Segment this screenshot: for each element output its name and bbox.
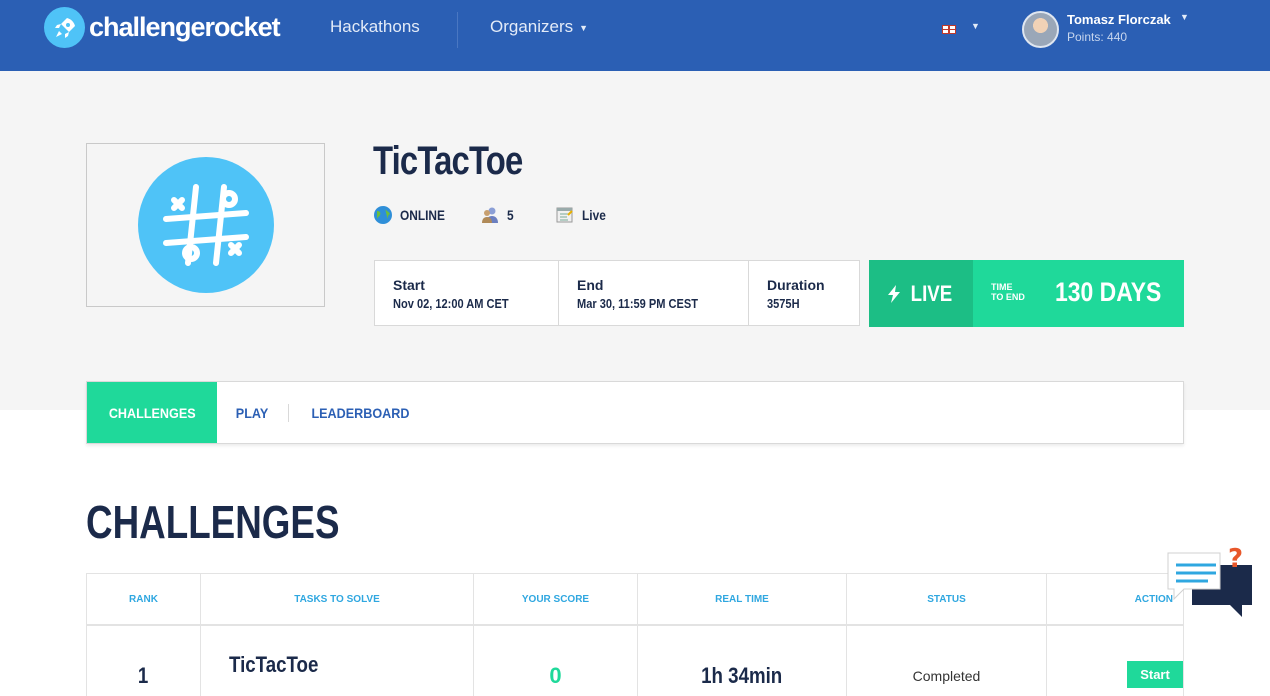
page-title: TicTacToe [373, 139, 523, 183]
nav-divider [457, 12, 458, 48]
logo-text: challengerocket [89, 12, 281, 42]
globe-icon [374, 206, 392, 224]
tictactoe-logo-icon [137, 157, 274, 293]
avatar[interactable] [1022, 11, 1059, 48]
user-name[interactable]: Tomasz Florczak [1067, 12, 1171, 27]
score-cell: 0 [474, 626, 638, 696]
col-action: ACTION [1134, 593, 1173, 605]
col-real-time: REAL TIME [638, 574, 847, 624]
col-rank: RANK [87, 574, 201, 624]
event-dates: Start Nov 02, 12:00 AM CET End Mar 30, 1… [374, 260, 860, 326]
top-navbar: challengerocket Hackathons Organizers ▼ ▼… [0, 0, 1270, 71]
col-tasks: TASKS TO SOLVE [201, 574, 474, 624]
section-title: CHALLENGES [86, 496, 340, 548]
participants-count: 5 [481, 206, 515, 224]
event-status: Live [556, 206, 610, 224]
event-mode-label: ONLINE [400, 207, 445, 223]
tab-play-label: PLAY [236, 404, 269, 421]
chevron-down-icon[interactable]: ▼ [1180, 12, 1189, 22]
participants-value: 5 [507, 207, 514, 223]
end-label: End [577, 277, 604, 293]
rank-cell: 1 [87, 626, 201, 696]
nav-organizers-label: Organizers [490, 17, 574, 36]
user-points: Points: 440 [1067, 30, 1128, 44]
event-status-label: Live [582, 207, 606, 223]
real-time-value: 1h 34min [701, 663, 783, 688]
live-badge: LIVE [869, 260, 973, 327]
duration: Duration 3575H [749, 261, 859, 325]
time-to-end-line2: TO END [991, 292, 1025, 302]
start-date: Start Nov 02, 12:00 AM CET [375, 261, 559, 325]
event-tabs: CHALLENGES PLAY LEADERBOARD [86, 381, 1184, 444]
users-icon [482, 207, 498, 223]
table-header: RANK TASKS TO SOLVE YOUR SCORE REAL TIME… [86, 573, 1184, 626]
time-to-end-line1: TIME [991, 282, 1013, 292]
uk-flag-icon[interactable] [942, 25, 956, 34]
score-value: 0 [549, 663, 562, 688]
tab-leaderboard[interactable]: LEADERBOARD [289, 382, 432, 443]
help-chat-widget[interactable]: ? [1166, 543, 1256, 618]
duration-value: 3575H [767, 296, 800, 311]
table-row: 1 TicTacToe 0 1h 34min Completed Start [86, 626, 1184, 696]
start-value: Nov 02, 12:00 AM CET [393, 296, 509, 311]
col-status: STATUS [847, 574, 1047, 624]
end-value: Mar 30, 11:59 PM CEST [577, 296, 698, 311]
event-cover-image [86, 143, 325, 307]
svg-text:?: ? [1228, 544, 1243, 574]
action-cell: Start [1047, 626, 1183, 696]
col-score: YOUR SCORE [474, 574, 638, 624]
tab-leaderboard-label: LEADERBOARD [310, 404, 409, 421]
calendar-icon [556, 207, 573, 223]
challenges-table: RANK TASKS TO SOLVE YOUR SCORE REAL TIME… [86, 573, 1184, 696]
start-label: Start [393, 277, 425, 293]
task-name[interactable]: TicTacToe [229, 652, 318, 678]
chevron-down-icon[interactable]: ▼ [971, 21, 980, 31]
help-chat-icon: ? [1167, 544, 1252, 617]
lightning-icon [887, 284, 900, 303]
end-date: End Mar 30, 11:59 PM CEST [559, 261, 749, 325]
status-cell: Completed [847, 626, 1047, 696]
task-cell: TicTacToe [201, 626, 474, 696]
real-time-cell: 1h 34min [638, 626, 847, 696]
time-to-end-label: TIME TO END [991, 282, 1025, 327]
status-value: Completed [912, 668, 981, 684]
tab-challenges[interactable]: CHALLENGES [87, 382, 218, 443]
live-countdown: LIVE TIME TO END 130 DAYS [869, 260, 1184, 327]
rocket-icon [44, 7, 85, 48]
tab-play[interactable]: PLAY [217, 382, 287, 443]
duration-label: Duration [767, 277, 825, 293]
logo[interactable]: challengerocket [44, 7, 281, 48]
chevron-down-icon: ▼ [579, 22, 589, 33]
event-mode: ONLINE [374, 206, 453, 224]
nav-hackathons[interactable]: Hackathons [330, 17, 420, 37]
days-left: 130 DAYS [1054, 277, 1162, 307]
live-label: LIVE [910, 280, 952, 306]
nav-organizers[interactable]: Organizers ▼ [490, 17, 588, 37]
tab-challenges-label: CHALLENGES [108, 404, 196, 421]
start-button[interactable]: Start [1127, 660, 1183, 688]
rank-value: 1 [138, 663, 149, 688]
